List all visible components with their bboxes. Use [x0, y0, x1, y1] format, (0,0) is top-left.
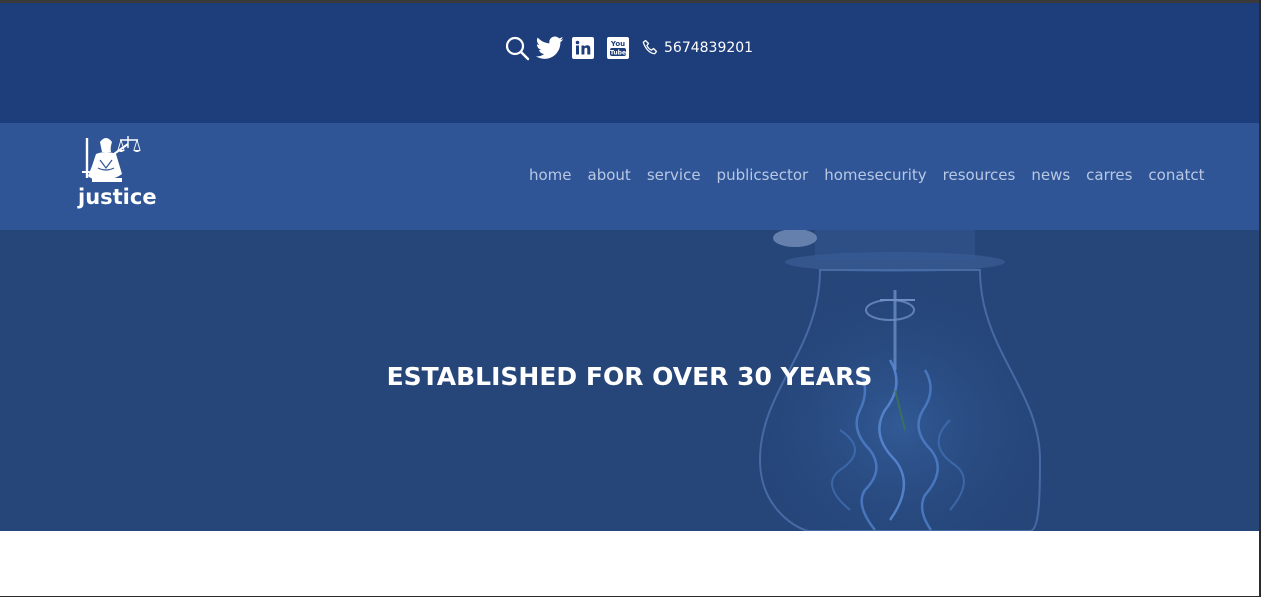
- nav-home[interactable]: home: [529, 166, 572, 184]
- content-area: [0, 531, 1259, 596]
- nav-news[interactable]: news: [1031, 166, 1070, 184]
- phone-icon: [642, 39, 660, 57]
- logo-text: justice: [78, 185, 157, 209]
- nav-resources[interactable]: resources: [943, 166, 1016, 184]
- svg-text:You: You: [610, 40, 625, 48]
- phone-number[interactable]: 5674839201: [664, 40, 753, 56]
- top-bar: You Tube 5674839201: [0, 3, 1259, 123]
- svg-text:Tube: Tube: [610, 50, 626, 57]
- nav-homesecurity[interactable]: homesecurity: [824, 166, 926, 184]
- linkedin-icon[interactable]: [572, 37, 594, 59]
- nav-publicsector[interactable]: publicsector: [717, 166, 809, 184]
- main-nav: home about service publicsector homesecu…: [529, 166, 1205, 184]
- lady-justice-icon: [82, 136, 141, 182]
- hero-banner: ESTABLISHED FOR OVER 30 YEARS: [0, 230, 1259, 531]
- navbar: justice home about service publicsector …: [0, 123, 1259, 230]
- hero-title: ESTABLISHED FOR OVER 30 YEARS: [386, 362, 873, 391]
- top-bar-row: You Tube 5674839201: [504, 34, 753, 62]
- nav-conatct[interactable]: conatct: [1148, 166, 1204, 184]
- nav-service[interactable]: service: [647, 166, 701, 184]
- search-icon[interactable]: [504, 35, 530, 61]
- justice-logo[interactable]: justice: [78, 134, 158, 214]
- nav-carres[interactable]: carres: [1086, 166, 1132, 184]
- twitter-icon[interactable]: [536, 36, 564, 60]
- nav-about[interactable]: about: [588, 166, 631, 184]
- youtube-icon[interactable]: You Tube: [607, 37, 629, 59]
